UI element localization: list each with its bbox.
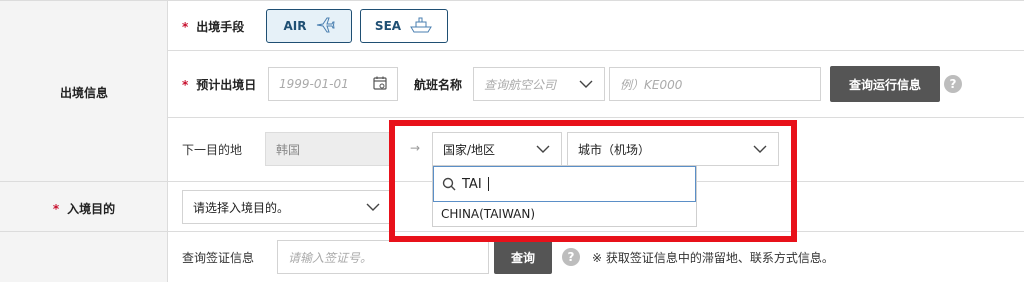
airline-search-input[interactable]: 查询航空公司 <box>473 67 605 101</box>
visa-number-input[interactable]: 请输入签证号。 <box>277 240 489 274</box>
air-label: AIR <box>283 19 307 33</box>
visa-note: ※ 获取签证信息中的滞留地、联系方式信息。 <box>592 251 834 265</box>
air-mode-button[interactable]: AIR <box>266 9 352 43</box>
sea-label: SEA <box>374 19 402 33</box>
divider <box>168 117 1024 118</box>
flight-label: 航班名称 <box>414 78 463 92</box>
divider <box>0 0 1024 1</box>
visa-query-label: 查询签证信息 <box>182 251 255 265</box>
required-mark: * <box>182 20 189 34</box>
highlight-box <box>389 120 797 242</box>
divider <box>168 50 1024 51</box>
help-icon[interactable]: ? <box>562 248 580 266</box>
calendar-icon[interactable] <box>373 76 387 93</box>
airplane-icon <box>315 16 335 37</box>
chevron-down-icon <box>366 203 380 211</box>
query-flight-button[interactable]: 查询运行信息 <box>830 66 940 102</box>
departure-date-input[interactable]: 1999-01-01 <box>268 67 398 101</box>
label-column <box>0 0 168 282</box>
chevron-down-icon <box>579 80 593 88</box>
required-mark: * <box>182 78 189 92</box>
departure-method-label: * 出境手段 <box>182 20 245 34</box>
next-destination-current: 韩国 <box>265 132 393 166</box>
next-destination-label: 下一目的地 <box>182 143 243 157</box>
entry-purpose-select[interactable]: 请选择入境目的。 <box>182 190 392 224</box>
help-icon[interactable]: ? <box>944 75 962 93</box>
required-mark: * <box>52 202 60 216</box>
ship-icon <box>409 16 433 37</box>
departure-date-label: * 预计出境日 <box>182 78 257 92</box>
entry-purpose-label: * 入境目的 <box>52 202 116 216</box>
departure-info-label: 出境信息 <box>59 86 108 100</box>
flight-number-input[interactable]: 例）KE000 <box>609 67 821 101</box>
sea-mode-button[interactable]: SEA <box>360 9 448 43</box>
visa-query-button[interactable]: 查询 <box>494 240 552 274</box>
